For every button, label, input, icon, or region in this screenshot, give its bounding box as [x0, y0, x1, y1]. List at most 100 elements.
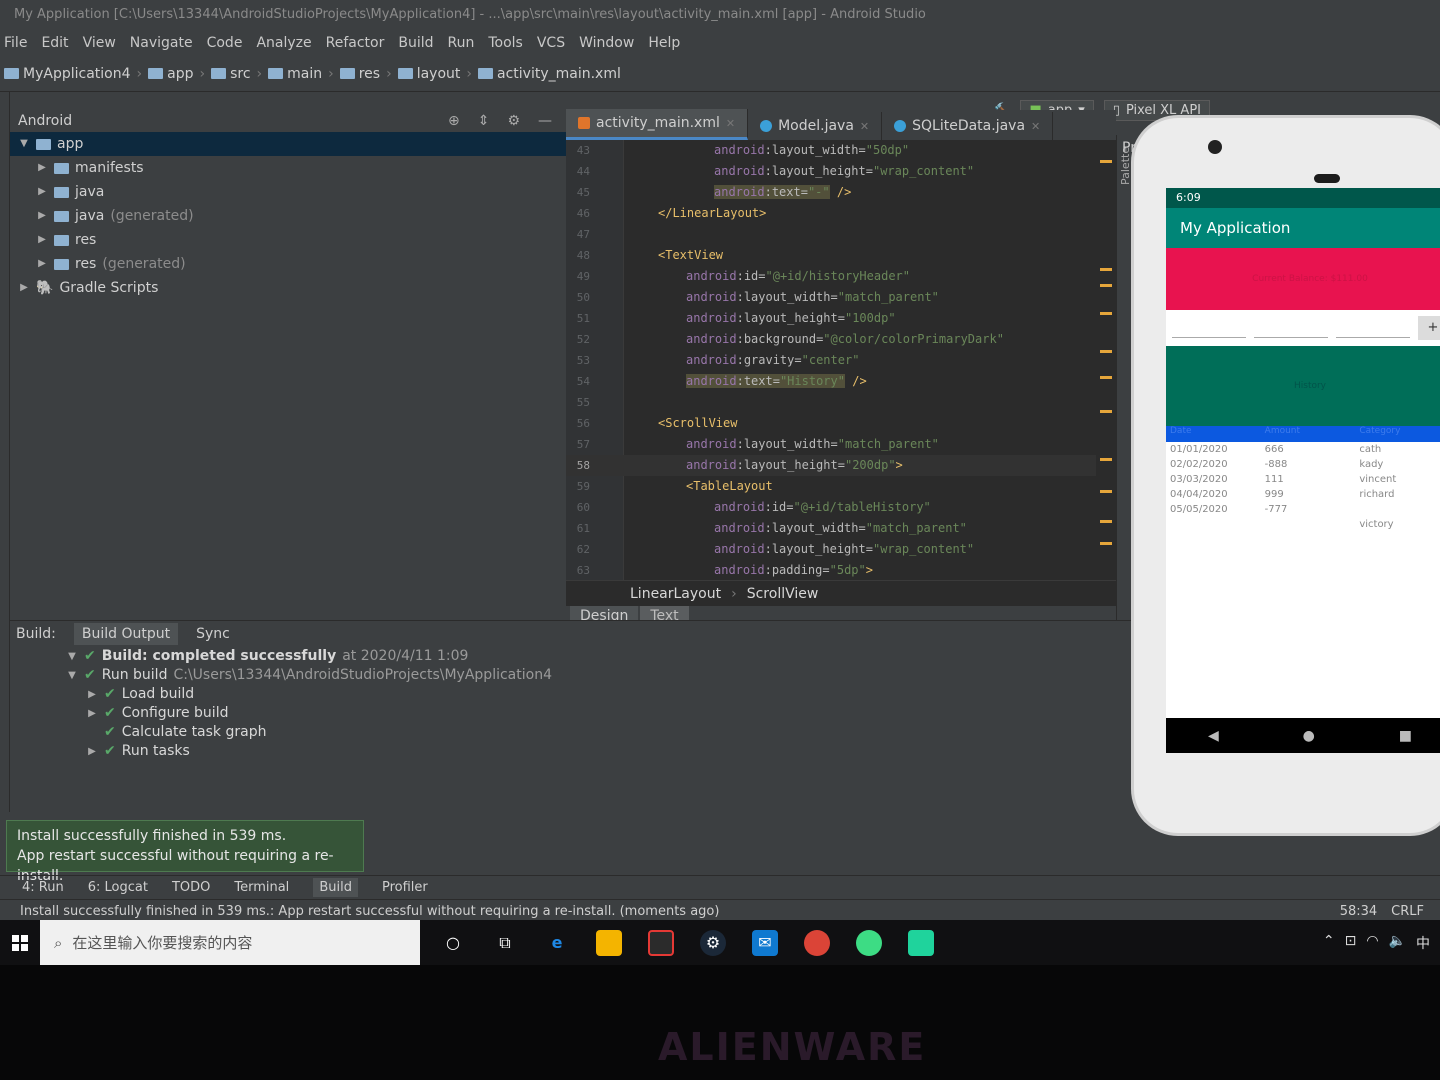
tool-tab[interactable]: TODO — [172, 880, 210, 895]
tree-item[interactable]: ▶ res (generated) — [10, 252, 566, 276]
date-input[interactable] — [1172, 318, 1246, 338]
project-view-selector[interactable]: Android — [18, 113, 72, 129]
menu-item-tools[interactable]: Tools — [488, 30, 523, 56]
expand-arrow-icon[interactable]: ▶ — [18, 276, 30, 300]
tree-gradle-scripts[interactable]: ▶ 🐘 Gradle Scripts — [10, 276, 566, 300]
tool-tab[interactable]: Build — [313, 878, 358, 897]
expand-arrow-icon[interactable]: ▼ — [18, 132, 30, 156]
warning-mark[interactable] — [1100, 520, 1112, 523]
chrome-icon[interactable] — [804, 929, 830, 956]
expand-arrow-icon[interactable]: ▶ — [86, 704, 98, 723]
back-icon[interactable]: ◀ — [1208, 728, 1219, 744]
menu-item-help[interactable]: Help — [648, 30, 680, 56]
minimize-icon[interactable]: — — [538, 113, 552, 129]
gear-icon[interactable]: ⚙ — [507, 113, 520, 129]
menu-item-vcs[interactable]: VCS — [537, 30, 565, 56]
build-tab[interactable]: Sync — [196, 626, 230, 642]
expand-arrow-icon[interactable]: ▶ — [36, 156, 48, 180]
task-view-icon[interactable]: ⧉ — [492, 930, 518, 956]
volume-icon[interactable]: 🔈 — [1389, 933, 1406, 953]
breadcrumb-item[interactable]: src — [211, 66, 251, 82]
breadcrumb-item[interactable]: app — [148, 66, 193, 82]
expand-arrow-icon[interactable]: ▶ — [36, 228, 48, 252]
xml-breadcrumb-item[interactable]: ScrollView — [747, 586, 819, 602]
wifi-icon[interactable]: ◠ — [1366, 933, 1378, 953]
expand-arrow-icon[interactable]: ▶ — [36, 252, 48, 276]
status-message[interactable]: Install successfully finished in 539 ms.… — [20, 904, 719, 919]
menu-item-navigate[interactable]: Navigate — [130, 30, 193, 56]
emulator-icon[interactable] — [908, 929, 934, 956]
xml-breadcrumb-item[interactable]: LinearLayout — [630, 586, 721, 602]
warning-mark[interactable] — [1100, 268, 1112, 271]
ime-indicator[interactable]: 中 — [1416, 933, 1430, 953]
breadcrumb-item[interactable]: res — [339, 66, 380, 82]
warning-mark[interactable] — [1100, 160, 1112, 163]
warning-mark[interactable] — [1100, 542, 1112, 545]
expand-arrow-icon[interactable]: ▶ — [36, 204, 48, 228]
network-icon[interactable]: ⊡ — [1345, 933, 1357, 953]
breadcrumb-item[interactable]: main — [268, 66, 322, 82]
build-tab[interactable]: Build Output — [73, 623, 179, 645]
locate-icon[interactable]: ⊕ — [448, 113, 460, 129]
steam-icon[interactable]: ⚙ — [700, 929, 726, 956]
tool-tab[interactable]: 4: Run — [22, 880, 64, 895]
taskbar-search[interactable]: ⌕ 在这里输入你要搜索的内容 — [40, 920, 420, 965]
windows-start-icon[interactable] — [0, 920, 40, 965]
tool-tab[interactable]: Terminal — [234, 880, 289, 895]
file-explorer-icon[interactable] — [596, 929, 622, 956]
expand-arrow-icon[interactable]: ▼ — [66, 666, 78, 685]
menu-item-refactor[interactable]: Refactor — [326, 30, 385, 56]
warning-mark[interactable] — [1100, 284, 1112, 287]
menu-item-code[interactable]: Code — [207, 30, 243, 56]
caret-position[interactable]: 58:34 — [1340, 904, 1377, 919]
breadcrumb-item[interactable]: activity_main.xml — [478, 66, 621, 82]
close-icon[interactable]: ✕ — [860, 120, 869, 133]
menu-item-analyze[interactable]: Analyze — [256, 30, 311, 56]
tree-root-app[interactable]: ▼ app — [10, 132, 566, 156]
menu-item-run[interactable]: Run — [448, 30, 475, 56]
category-input[interactable] — [1336, 318, 1410, 338]
recents-icon[interactable]: ■ — [1399, 728, 1412, 744]
expand-arrow-icon[interactable]: ▼ — [66, 647, 78, 666]
breadcrumb-project[interactable]: MyApplication4 — [4, 66, 131, 82]
tree-item[interactable]: ▶ res — [10, 228, 566, 252]
editor-tab[interactable]: Model.java ✕ — [748, 112, 883, 140]
line-separator[interactable]: CRLF — [1391, 904, 1424, 919]
edge-icon[interactable]: e — [544, 930, 570, 956]
close-icon[interactable]: ✕ — [726, 117, 735, 130]
menu-item-build[interactable]: Build — [398, 30, 433, 56]
expand-arrow-icon[interactable]: ▶ — [36, 180, 48, 204]
tree-item[interactable]: ▶ manifests — [10, 156, 566, 180]
warning-mark[interactable] — [1100, 490, 1112, 493]
warning-mark[interactable] — [1100, 312, 1112, 315]
add-button[interactable]: + — [1418, 316, 1440, 340]
warning-mark[interactable] — [1100, 410, 1112, 413]
android-studio-icon[interactable] — [856, 929, 882, 956]
cortana-icon[interactable]: ○ — [440, 930, 466, 956]
home-icon[interactable]: ● — [1303, 728, 1315, 744]
collapse-icon[interactable]: ⇕ — [478, 113, 490, 129]
menu-item-file[interactable]: File — [4, 30, 27, 56]
mail-icon[interactable]: ✉ — [752, 929, 778, 956]
install-notification[interactable]: Install successfully finished in 539 ms.… — [6, 820, 364, 884]
editor-tab[interactable]: SQLiteData.java ✕ — [882, 112, 1054, 140]
editor-tab[interactable]: activity_main.xml ✕ — [566, 109, 749, 140]
amount-input[interactable] — [1254, 318, 1328, 338]
menu-item-view[interactable]: View — [83, 30, 116, 56]
warning-mark[interactable] — [1100, 458, 1112, 461]
warning-mark[interactable] — [1100, 350, 1112, 353]
tool-tab[interactable]: Profiler — [382, 880, 428, 895]
warning-mark[interactable] — [1100, 376, 1112, 379]
code-area[interactable]: 43 android:layout_width="50dp" 44 android:l… — [566, 140, 1096, 580]
menu-item-edit[interactable]: Edit — [41, 30, 68, 56]
tree-item[interactable]: ▶ java — [10, 180, 566, 204]
store-icon[interactable] — [648, 929, 674, 956]
tree-item[interactable]: ▶ java (generated) — [10, 204, 566, 228]
chevron-up-icon[interactable]: ⌃ — [1323, 933, 1335, 953]
close-icon[interactable]: ✕ — [1031, 120, 1040, 133]
tool-tab[interactable]: 6: Logcat — [88, 880, 148, 895]
menu-item-window[interactable]: Window — [579, 30, 634, 56]
expand-arrow-icon[interactable]: ▶ — [86, 685, 98, 704]
expand-arrow-icon[interactable]: ▶ — [86, 742, 98, 761]
breadcrumb-item[interactable]: layout — [397, 66, 460, 82]
